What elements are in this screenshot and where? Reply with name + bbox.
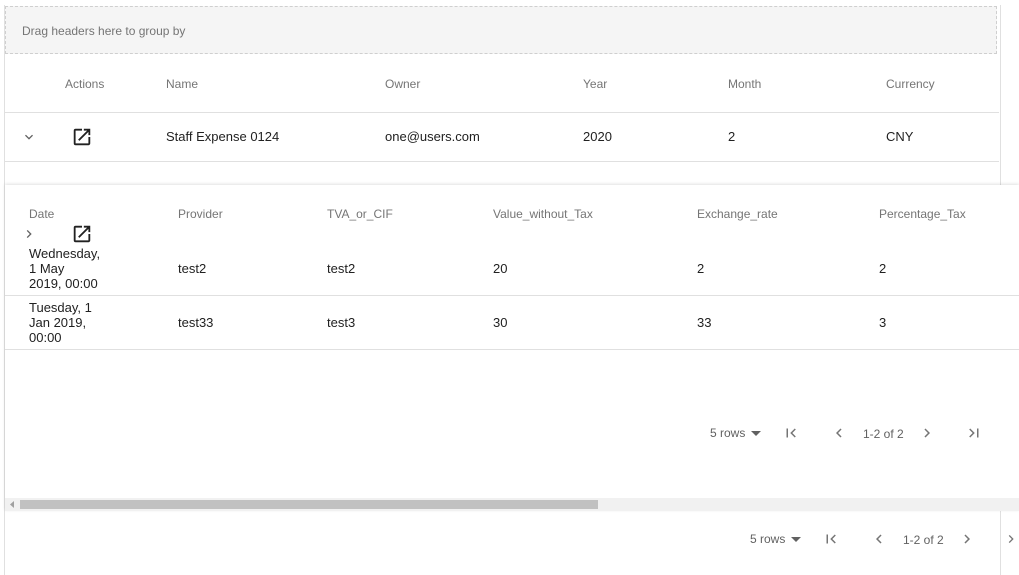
last-page-icon[interactable] — [965, 424, 983, 442]
group-by-panel[interactable]: Drag headers here to group by — [5, 6, 997, 54]
dropdown-caret-icon — [791, 537, 802, 543]
rows-per-page-value: 5 rows — [710, 426, 746, 440]
detail-cell-tva: test2 — [327, 261, 356, 276]
detail-cell-date: Wednesday, 1 May 2019, 00:00 — [29, 246, 100, 291]
date-line: 2019, 00:00 — [29, 276, 98, 291]
chevron-right-icon[interactable] — [918, 424, 936, 442]
header-divider — [5, 112, 999, 113]
detail-header-tva[interactable]: TVA_or_CIF — [327, 207, 393, 221]
detail-page-range: 1-2 of 2 — [863, 427, 904, 441]
cell-currency: CNY — [886, 129, 914, 144]
date-line: Wednesday, — [29, 246, 101, 261]
detail-cell-date: Tuesday, 1 Jan 2019, 00:00 — [29, 300, 92, 345]
date-line: Tuesday, 1 — [29, 300, 92, 315]
detail-header-exchange[interactable]: Exchange_rate — [697, 207, 778, 221]
detail-row-divider — [5, 295, 1019, 296]
open-in-new-icon[interactable] — [71, 223, 93, 245]
detail-header-percentage[interactable]: Percentage_Tax — [879, 207, 966, 221]
detail-cell-tva: test3 — [327, 315, 356, 330]
detail-header-value[interactable]: Value_without_Tax — [493, 207, 593, 221]
page-range: 1-2 of 2 — [903, 533, 944, 547]
detail-grid — [5, 185, 1019, 511]
rows-per-page-select[interactable]: 5 rows — [750, 532, 802, 546]
detail-cell-exchange: 33 — [697, 315, 712, 330]
chevron-right-icon[interactable] — [21, 226, 37, 242]
detail-cell-percentage: 2 — [879, 261, 887, 276]
chevron-right-icon[interactable] — [1003, 530, 1019, 548]
detail-cell-percentage: 3 — [879, 315, 887, 330]
open-in-new-icon[interactable] — [71, 126, 93, 148]
detail-cell-value: 30 — [493, 315, 508, 330]
row-divider — [5, 161, 999, 162]
scroll-left-arrow-icon[interactable] — [8, 500, 16, 509]
detail-cell-value: 20 — [493, 261, 508, 276]
detail-header-provider[interactable]: Provider — [178, 207, 223, 221]
chevron-right-icon[interactable] — [958, 530, 976, 548]
cell-year: 2020 — [583, 129, 612, 144]
detail-rows-per-page-select[interactable]: 5 rows — [710, 426, 762, 440]
detail-cell-provider: test33 — [178, 315, 214, 330]
first-page-icon[interactable] — [782, 424, 800, 442]
column-header-currency[interactable]: Currency — [886, 77, 935, 91]
column-header-month[interactable]: Month — [728, 77, 761, 91]
detail-header-date[interactable]: Date — [29, 207, 54, 221]
chevron-down-icon[interactable] — [21, 129, 37, 145]
dropdown-caret-icon — [751, 431, 762, 437]
column-header-owner[interactable]: Owner — [385, 77, 420, 91]
chevron-left-icon[interactable] — [870, 530, 888, 548]
column-header-actions[interactable]: Actions — [65, 77, 104, 91]
chevron-left-icon[interactable] — [830, 424, 848, 442]
cell-owner: one@users.com — [385, 129, 480, 144]
detail-row-divider — [5, 349, 1019, 350]
date-line: 1 May — [29, 261, 65, 276]
detail-cell-exchange: 2 — [697, 261, 705, 276]
rows-per-page-value: 5 rows — [750, 532, 786, 546]
detail-cell-provider: test2 — [178, 261, 207, 276]
first-page-icon[interactable] — [822, 530, 840, 548]
cell-name: Staff Expense 0124 — [166, 129, 280, 144]
horizontal-scrollbar-thumb[interactable] — [20, 500, 598, 509]
date-line: 00:00 — [29, 330, 62, 345]
cell-month: 2 — [728, 129, 736, 144]
column-header-year[interactable]: Year — [583, 77, 607, 91]
date-line: Jan 2019, — [29, 315, 87, 330]
column-header-name[interactable]: Name — [166, 77, 198, 91]
group-by-hint: Drag headers here to group by — [22, 24, 186, 38]
